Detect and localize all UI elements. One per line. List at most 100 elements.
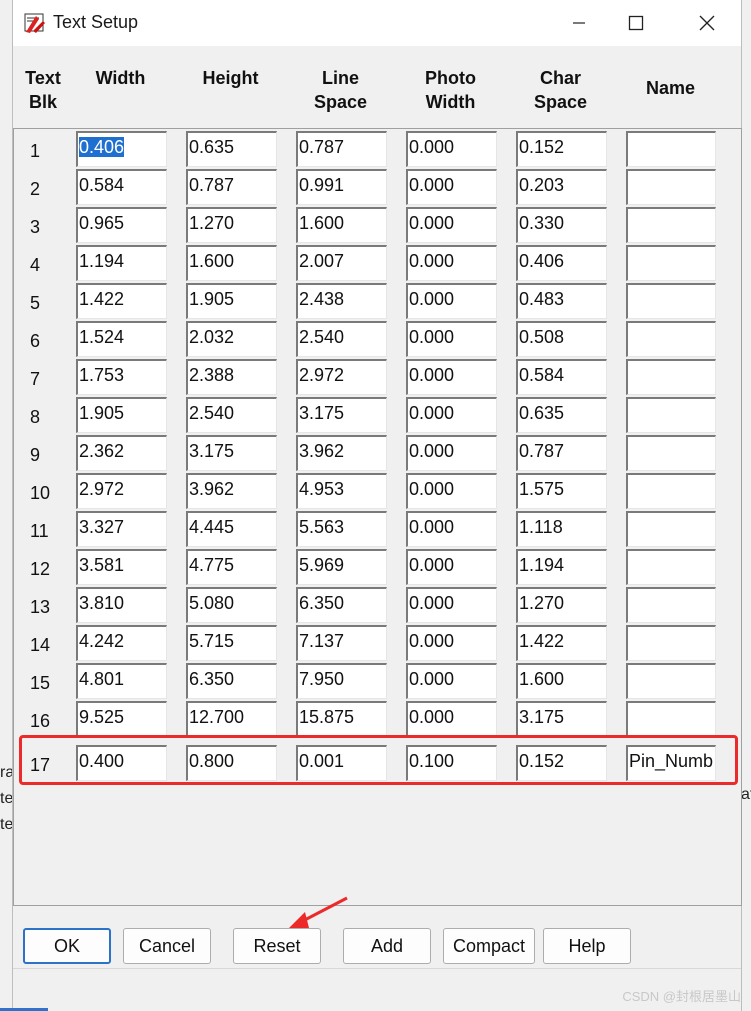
compact-button[interactable]: Compact xyxy=(443,928,535,964)
cell-char-space-input[interactable]: 0.406 xyxy=(516,245,607,281)
cell-name-input[interactable] xyxy=(626,359,716,395)
cell-width-input[interactable]: 4.242 xyxy=(76,625,167,661)
cell-photo-width-input[interactable]: 0.000 xyxy=(406,131,497,167)
cell-height-input[interactable]: 2.540 xyxy=(186,397,277,433)
cell-photo-width-input[interactable]: 0.000 xyxy=(406,207,497,243)
cell-photo-width-input[interactable]: 0.000 xyxy=(406,625,497,661)
cell-char-space-input[interactable]: 0.584 xyxy=(516,359,607,395)
cell-char-space-input[interactable]: 3.175 xyxy=(516,701,607,737)
cell-width-input[interactable]: 0.965 xyxy=(76,207,167,243)
maximize-button[interactable] xyxy=(606,0,666,46)
cell-char-space-input[interactable]: 1.422 xyxy=(516,625,607,661)
cell-char-space-input[interactable]: 0.152 xyxy=(516,131,607,167)
cell-char-space-input[interactable]: 1.194 xyxy=(516,549,607,585)
cell-char-space-input[interactable]: 1.118 xyxy=(516,511,607,547)
cell-line-space-input[interactable]: 2.007 xyxy=(296,245,387,281)
cell-width-input[interactable]: 3.810 xyxy=(76,587,167,623)
cell-height-input[interactable]: 6.350 xyxy=(186,663,277,699)
cell-height-input[interactable]: 4.445 xyxy=(186,511,277,547)
cell-name-input[interactable] xyxy=(626,549,716,585)
cell-line-space-input[interactable]: 6.350 xyxy=(296,587,387,623)
cell-width-input[interactable]: 2.972 xyxy=(76,473,167,509)
cell-line-space-input[interactable]: 3.175 xyxy=(296,397,387,433)
cell-line-space-input[interactable]: 5.969 xyxy=(296,549,387,585)
cell-height-input[interactable]: 5.715 xyxy=(186,625,277,661)
cell-height-input[interactable]: 0.787 xyxy=(186,169,277,205)
cell-height-input[interactable]: 1.905 xyxy=(186,283,277,319)
cell-width-input[interactable]: 3.327 xyxy=(76,511,167,547)
cell-line-space-input[interactable]: 7.950 xyxy=(296,663,387,699)
ok-button[interactable]: OK xyxy=(23,928,111,964)
add-button[interactable]: Add xyxy=(343,928,431,964)
title-bar[interactable]: Text Setup xyxy=(13,0,741,46)
cell-name-input[interactable] xyxy=(626,169,716,205)
cell-char-space-input[interactable]: 1.600 xyxy=(516,663,607,699)
cell-width-input[interactable]: 3.581 xyxy=(76,549,167,585)
cell-line-space-input[interactable]: 0.787 xyxy=(296,131,387,167)
cell-photo-width-input[interactable]: 0.000 xyxy=(406,549,497,585)
minimize-button[interactable] xyxy=(549,0,609,46)
cell-name-input[interactable] xyxy=(626,663,716,699)
cell-height-input[interactable]: 1.600 xyxy=(186,245,277,281)
cell-photo-width-input[interactable]: 0.000 xyxy=(406,701,497,737)
cell-photo-width-input[interactable]: 0.000 xyxy=(406,321,497,357)
cell-char-space-input[interactable]: 0.635 xyxy=(516,397,607,433)
cell-photo-width-input[interactable]: 0.000 xyxy=(406,245,497,281)
cell-photo-width-input[interactable]: 0.000 xyxy=(406,587,497,623)
cell-height-input[interactable]: 2.032 xyxy=(186,321,277,357)
cell-width-input[interactable]: 2.362 xyxy=(76,435,167,471)
cell-line-space-input[interactable]: 3.962 xyxy=(296,435,387,471)
cell-width-input[interactable]: 0.406 xyxy=(76,131,167,167)
cell-photo-width-input[interactable]: 0.000 xyxy=(406,473,497,509)
cell-line-space-input[interactable]: 15.875 xyxy=(296,701,387,737)
cell-line-space-input[interactable]: 1.600 xyxy=(296,207,387,243)
cell-width-input[interactable]: 1.422 xyxy=(76,283,167,319)
cell-name-input[interactable] xyxy=(626,321,716,357)
cell-name-input[interactable] xyxy=(626,587,716,623)
cancel-button[interactable]: Cancel xyxy=(123,928,211,964)
cell-height-input[interactable]: 4.775 xyxy=(186,549,277,585)
cell-char-space-input[interactable]: 1.270 xyxy=(516,587,607,623)
cell-width-input[interactable]: 1.194 xyxy=(76,245,167,281)
cell-height-input[interactable]: 3.175 xyxy=(186,435,277,471)
cell-name-input[interactable] xyxy=(626,511,716,547)
cell-height-input[interactable]: 5.080 xyxy=(186,587,277,623)
cell-name-input[interactable] xyxy=(626,397,716,433)
cell-name-input[interactable] xyxy=(626,701,716,737)
cell-line-space-input[interactable]: 4.953 xyxy=(296,473,387,509)
cell-name-input[interactable] xyxy=(626,625,716,661)
cell-photo-width-input[interactable]: 0.000 xyxy=(406,511,497,547)
cell-width-input[interactable]: 1.524 xyxy=(76,321,167,357)
cell-line-space-input[interactable]: 2.438 xyxy=(296,283,387,319)
cell-name-input[interactable] xyxy=(626,245,716,281)
close-button[interactable] xyxy=(677,0,737,46)
cell-photo-width-input[interactable]: 0.000 xyxy=(406,169,497,205)
cell-height-input[interactable]: 2.388 xyxy=(186,359,277,395)
cell-line-space-input[interactable]: 2.972 xyxy=(296,359,387,395)
cell-width-input[interactable]: 9.525 xyxy=(76,701,167,737)
cell-height-input[interactable]: 0.635 xyxy=(186,131,277,167)
cell-char-space-input[interactable]: 0.787 xyxy=(516,435,607,471)
cell-char-space-input[interactable]: 1.575 xyxy=(516,473,607,509)
cell-width-input[interactable]: 1.753 xyxy=(76,359,167,395)
cell-width-input[interactable]: 4.801 xyxy=(76,663,167,699)
help-button[interactable]: Help xyxy=(543,928,631,964)
cell-char-space-input[interactable]: 0.483 xyxy=(516,283,607,319)
cell-width-input[interactable]: 1.905 xyxy=(76,397,167,433)
cell-photo-width-input[interactable]: 0.000 xyxy=(406,663,497,699)
cell-char-space-input[interactable]: 0.330 xyxy=(516,207,607,243)
cell-photo-width-input[interactable]: 0.000 xyxy=(406,435,497,471)
cell-height-input[interactable]: 3.962 xyxy=(186,473,277,509)
cell-char-space-input[interactable]: 0.203 xyxy=(516,169,607,205)
cell-name-input[interactable] xyxy=(626,473,716,509)
cell-photo-width-input[interactable]: 0.000 xyxy=(406,397,497,433)
cell-line-space-input[interactable]: 2.540 xyxy=(296,321,387,357)
cell-photo-width-input[interactable]: 0.000 xyxy=(406,359,497,395)
cell-line-space-input[interactable]: 5.563 xyxy=(296,511,387,547)
cell-photo-width-input[interactable]: 0.000 xyxy=(406,283,497,319)
cell-line-space-input[interactable]: 7.137 xyxy=(296,625,387,661)
cell-height-input[interactable]: 12.700 xyxy=(186,701,277,737)
reset-button[interactable]: Reset xyxy=(233,928,321,964)
cell-name-input[interactable] xyxy=(626,435,716,471)
cell-height-input[interactable]: 1.270 xyxy=(186,207,277,243)
